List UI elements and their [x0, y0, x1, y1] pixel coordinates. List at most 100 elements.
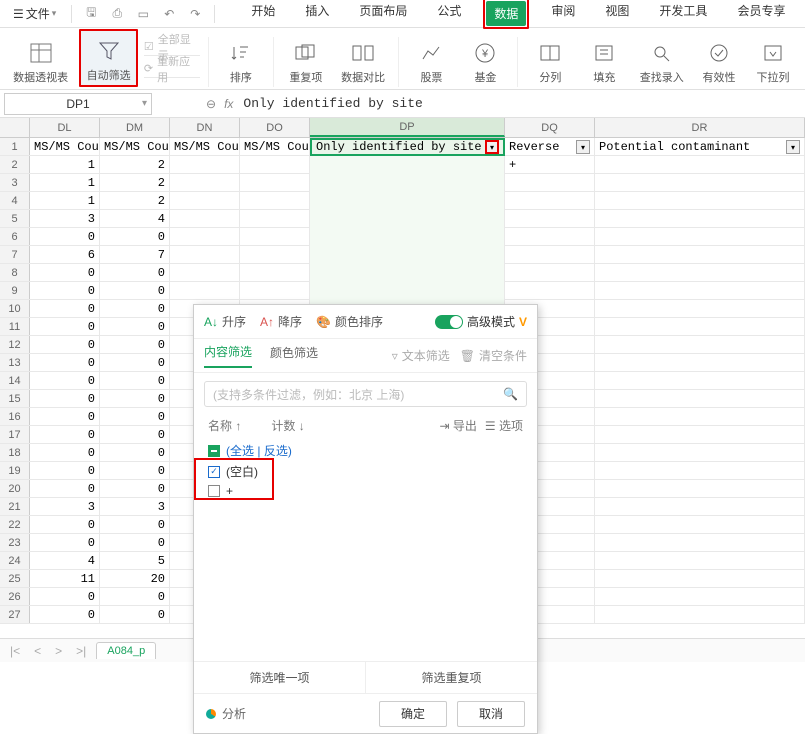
cell[interactable] [310, 210, 505, 228]
cell[interactable]: 0 [30, 516, 100, 534]
row-header[interactable]: 10 [0, 300, 30, 317]
cell[interactable]: 0 [100, 426, 170, 444]
row-header[interactable]: 7 [0, 246, 30, 263]
text-filter-button[interactable]: ▿文本筛选 [392, 347, 450, 364]
row-header[interactable]: 13 [0, 354, 30, 371]
cell[interactable] [595, 588, 805, 606]
count-column-header[interactable]: 计数 ↓ [271, 417, 304, 434]
cell[interactable]: 20 [100, 570, 170, 588]
row-header[interactable]: 20 [0, 480, 30, 497]
sort-desc-button[interactable]: A↑降序 [260, 313, 302, 330]
cell[interactable] [595, 336, 805, 354]
cell[interactable] [595, 534, 805, 552]
row-header[interactable]: 24 [0, 552, 30, 569]
cell[interactable] [170, 192, 240, 210]
cell[interactable] [595, 300, 805, 318]
cell[interactable]: 0 [30, 228, 100, 246]
row-header[interactable]: 26 [0, 588, 30, 605]
filter-dropdown-icon[interactable]: ▾ [485, 140, 499, 154]
cell[interactable]: 7 [100, 246, 170, 264]
fund-button[interactable]: ¥ 基金 [461, 29, 509, 87]
row-header[interactable]: 15 [0, 390, 30, 407]
menu-tab-3[interactable]: 公式 [429, 0, 469, 29]
cell[interactable]: 0 [100, 354, 170, 372]
cell[interactable] [310, 174, 505, 192]
cell[interactable]: 0 [30, 390, 100, 408]
row-header[interactable]: 11 [0, 318, 30, 335]
cell[interactable] [595, 228, 805, 246]
cell[interactable] [505, 246, 595, 264]
row-header[interactable]: 8 [0, 264, 30, 281]
cell[interactable]: 0 [100, 534, 170, 552]
row-header[interactable]: 3 [0, 174, 30, 191]
cell[interactable]: 2 [100, 156, 170, 174]
data-compare-button[interactable]: 数据对比 [336, 29, 391, 87]
cell[interactable]: MS/MS Cou [30, 138, 100, 156]
cell[interactable]: 0 [30, 336, 100, 354]
filter-dropdown-icon[interactable]: ▾ [786, 140, 800, 154]
cell[interactable] [505, 228, 595, 246]
col-header-DN[interactable]: DN [170, 118, 240, 137]
qat-print-icon[interactable]: ⎙ [106, 3, 128, 25]
tab-color-filter[interactable]: 颜色筛选 [270, 344, 318, 367]
filter-unique-button[interactable]: 筛选唯一项 [194, 662, 366, 693]
menu-tab-6[interactable]: 视图 [597, 0, 637, 29]
menu-tab-5[interactable]: 审阅 [543, 0, 583, 29]
cell[interactable]: 0 [100, 408, 170, 426]
checkbox-partial-icon[interactable] [208, 445, 220, 457]
row-header[interactable]: 6 [0, 228, 30, 245]
row-header[interactable]: 16 [0, 408, 30, 425]
col-header-DR[interactable]: DR [595, 118, 805, 137]
cell[interactable] [240, 264, 310, 282]
cancel-formula-icon[interactable]: ⊖ [206, 97, 216, 111]
row-header[interactable]: 5 [0, 210, 30, 227]
cell[interactable]: 0 [100, 228, 170, 246]
cell[interactable] [170, 156, 240, 174]
cell[interactable]: 0 [30, 480, 100, 498]
cell[interactable]: 0 [100, 480, 170, 498]
cell[interactable] [595, 570, 805, 588]
sort-button[interactable]: 排序 [217, 29, 265, 87]
row-header[interactable]: 25 [0, 570, 30, 587]
cell[interactable]: Reverse▾ [505, 138, 595, 156]
col-header-DL[interactable]: DL [30, 118, 100, 137]
cell[interactable]: 0 [100, 318, 170, 336]
fx-icon[interactable]: fx [224, 97, 233, 111]
sheet-scroll-first-icon[interactable]: |< [6, 644, 24, 658]
qat-undo-icon[interactable]: ↶ [158, 3, 180, 25]
cell[interactable] [595, 606, 805, 624]
menu-tab-2[interactable]: 页面布局 [351, 0, 415, 29]
advanced-mode-toggle[interactable]: 高级模式 V [435, 313, 527, 330]
cell[interactable] [595, 264, 805, 282]
row-header[interactable]: 2 [0, 156, 30, 173]
cell[interactable] [240, 192, 310, 210]
cell[interactable] [170, 246, 240, 264]
cell[interactable] [170, 174, 240, 192]
cell[interactable]: 4 [30, 552, 100, 570]
chevron-down-icon[interactable]: ▾ [142, 98, 147, 109]
cell[interactable]: 2 [100, 192, 170, 210]
cell[interactable]: 1 [30, 192, 100, 210]
cell[interactable]: 2 [100, 174, 170, 192]
cell[interactable]: 0 [30, 372, 100, 390]
row-header[interactable]: 22 [0, 516, 30, 533]
qat-preview-icon[interactable]: ▭ [132, 3, 154, 25]
col-header-DP[interactable]: DP [310, 118, 505, 137]
cell[interactable] [595, 156, 805, 174]
cell[interactable] [170, 210, 240, 228]
cell[interactable] [595, 462, 805, 480]
row-header[interactable]: 19 [0, 462, 30, 479]
cell[interactable]: 0 [100, 516, 170, 534]
row-header[interactable]: 27 [0, 606, 30, 623]
cell[interactable] [505, 264, 595, 282]
cell[interactable] [595, 480, 805, 498]
cell[interactable]: 0 [100, 336, 170, 354]
cell[interactable] [170, 264, 240, 282]
tab-content-filter[interactable]: 内容筛选 [204, 343, 252, 368]
cell[interactable]: 0 [30, 318, 100, 336]
cell[interactable] [240, 210, 310, 228]
cell[interactable] [505, 192, 595, 210]
col-header-DO[interactable]: DO [240, 118, 310, 137]
cell[interactable] [595, 498, 805, 516]
split-button[interactable]: 分列 [526, 29, 574, 87]
